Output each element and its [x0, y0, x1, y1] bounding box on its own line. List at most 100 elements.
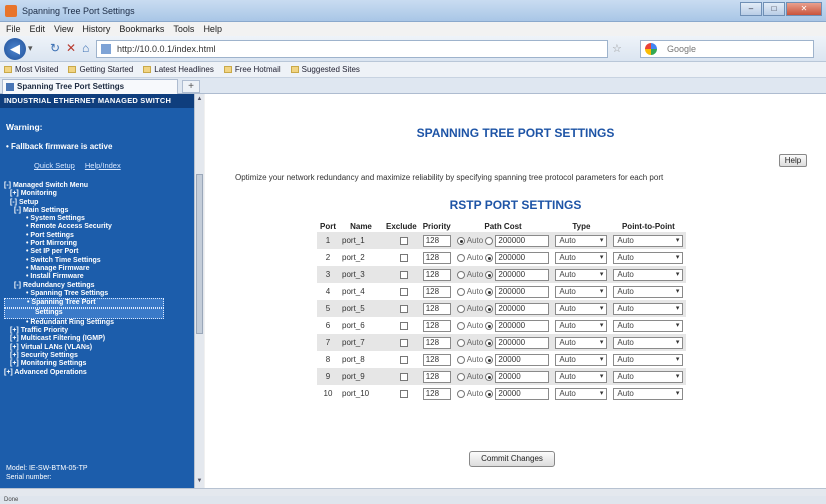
type-select[interactable]: Auto ▾ — [555, 353, 608, 366]
type-select[interactable]: Auto ▾ — [555, 387, 608, 400]
path-cost-manual-radio[interactable] — [456, 304, 465, 313]
path-cost-manual-radio[interactable] — [456, 389, 465, 398]
stop-icon[interactable]: ✕ — [66, 41, 76, 55]
priority-input[interactable]: 128 — [422, 336, 451, 349]
exclude-checkbox[interactable] — [400, 355, 408, 364]
point-to-point-select[interactable]: Auto ▾ — [613, 353, 684, 366]
path-cost-auto-radio[interactable] — [485, 304, 494, 313]
path-cost-manual-radio[interactable] — [456, 321, 465, 330]
sidebar-item[interactable]: [+] Virtual LANs (VLANs) — [4, 344, 194, 352]
point-to-point-select[interactable]: Auto ▾ — [613, 370, 684, 383]
sidebar-item[interactable]: [-] Managed Switch Menu — [4, 182, 194, 190]
sidebar-item[interactable]: [+] Security Settings — [4, 352, 194, 360]
path-cost-manual-radio[interactable] — [456, 355, 465, 364]
priority-input[interactable]: 128 — [422, 353, 451, 366]
menu-help[interactable]: Help — [203, 22, 222, 36]
bookmark-star-icon[interactable]: ☆ — [612, 42, 622, 55]
priority-input[interactable]: 128 — [422, 370, 451, 383]
search-input[interactable]: Google — [640, 40, 814, 58]
bookmark-most-visited[interactable]: Most Visited — [4, 62, 58, 77]
help-button[interactable]: Help — [779, 154, 807, 167]
point-to-point-select[interactable]: Auto ▾ — [613, 268, 684, 281]
exclude-checkbox[interactable] — [400, 287, 408, 296]
path-cost-input[interactable]: 200000 — [495, 285, 550, 298]
exclude-checkbox[interactable] — [400, 389, 408, 398]
bookmark-suggested-sites[interactable]: Suggested Sites — [290, 62, 360, 77]
new-tab-button[interactable]: + — [182, 80, 200, 93]
type-select[interactable]: Auto ▾ — [555, 302, 608, 315]
menu-file[interactable]: File — [6, 22, 21, 36]
type-select[interactable]: Auto ▾ — [555, 336, 608, 349]
bookmark-free-hotmail[interactable]: Free Hotmail — [223, 62, 281, 77]
exclude-checkbox[interactable] — [400, 338, 408, 347]
sidebar-item[interactable]: [-] Main Settings — [4, 207, 194, 215]
sidebar-item[interactable]: Settings — [4, 308, 164, 319]
sidebar-item[interactable]: [+] Traffic Priority — [4, 327, 194, 335]
back-arrow-icon[interactable]: ◀ — [4, 38, 26, 60]
path-cost-manual-radio[interactable] — [456, 236, 465, 245]
exclude-checkbox[interactable] — [400, 270, 408, 279]
path-cost-manual-radio[interactable] — [456, 253, 465, 262]
path-cost-auto-radio[interactable] — [485, 236, 494, 245]
bookmark-latest-headlines[interactable]: Latest Headlines — [143, 62, 214, 77]
path-cost-input[interactable]: 200000 — [495, 302, 550, 315]
path-cost-input[interactable]: 200000 — [495, 336, 550, 349]
point-to-point-select[interactable]: Auto ▾ — [613, 285, 684, 298]
exclude-checkbox[interactable] — [400, 236, 408, 245]
menu-bookmarks[interactable]: Bookmarks — [119, 22, 164, 36]
sidebar-scrollbar[interactable]: ▲ ▼ — [194, 94, 204, 488]
type-select[interactable]: Auto ▾ — [555, 319, 608, 332]
close-button[interactable]: ✕ — [786, 2, 822, 16]
path-cost-input[interactable]: 20000 — [495, 387, 550, 400]
scroll-down-icon[interactable]: ▼ — [196, 478, 203, 486]
priority-input[interactable]: 128 — [422, 251, 451, 264]
menu-history[interactable]: History — [82, 22, 110, 36]
path-cost-manual-radio[interactable] — [456, 287, 465, 296]
tab-spanning-tree[interactable]: Spanning Tree Port Settings — [2, 79, 178, 94]
path-cost-manual-radio[interactable] — [456, 338, 465, 347]
priority-input[interactable]: 128 — [422, 302, 451, 315]
menu-edit[interactable]: Edit — [30, 22, 46, 36]
sidebar-item[interactable]: [-] Redundancy Settings — [4, 282, 194, 290]
sidebar-item[interactable]: [+] Monitoring — [4, 190, 194, 198]
path-cost-auto-radio[interactable] — [485, 389, 494, 398]
path-cost-auto-radio[interactable] — [485, 270, 494, 279]
point-to-point-select[interactable]: Auto ▾ — [613, 234, 684, 247]
menu-tools[interactable]: Tools — [173, 22, 194, 36]
path-cost-auto-radio[interactable] — [485, 253, 494, 262]
sidebar-item[interactable]: [+] Multicast Filtering (IGMP) — [4, 335, 194, 343]
url-input[interactable]: http://10.0.0.1/index.html — [96, 40, 608, 58]
path-cost-auto-radio[interactable] — [485, 287, 494, 296]
priority-input[interactable]: 128 — [422, 319, 451, 332]
reload-icon[interactable]: ↻ — [50, 41, 60, 55]
priority-input[interactable]: 128 — [422, 234, 451, 247]
sidebar-item[interactable]: [+] Monitoring Settings — [4, 360, 194, 368]
sidebar-item[interactable]: [-] Setup — [4, 199, 194, 207]
sidebar-item[interactable]: • System Settings — [4, 215, 194, 223]
sidebar-item[interactable]: [+] Advanced Operations — [4, 369, 194, 377]
priority-input[interactable]: 128 — [422, 268, 451, 281]
sidebar-item[interactable]: • Port Mirroring — [4, 240, 194, 248]
path-cost-auto-radio[interactable] — [485, 321, 494, 330]
commit-changes-button[interactable]: Commit Changes — [469, 451, 555, 467]
sidebar-item[interactable]: • Install Firmware — [4, 273, 194, 281]
point-to-point-select[interactable]: Auto ▾ — [613, 319, 684, 332]
path-cost-auto-radio[interactable] — [485, 338, 494, 347]
path-cost-input[interactable]: 20000 — [495, 370, 550, 383]
sidebar-item[interactable]: • Switch Time Settings — [4, 257, 194, 265]
path-cost-input[interactable]: 200000 — [495, 319, 550, 332]
path-cost-auto-radio[interactable] — [485, 372, 494, 381]
path-cost-manual-radio[interactable] — [456, 372, 465, 381]
path-cost-input[interactable]: 200000 — [495, 251, 550, 264]
sidebar-item[interactable]: • Redundant Ring Settings — [4, 319, 194, 327]
type-select[interactable]: Auto ▾ — [555, 251, 608, 264]
menu-view[interactable]: View — [54, 22, 73, 36]
sidebar-item[interactable]: • Manage Firmware — [4, 265, 194, 273]
type-select[interactable]: Auto ▾ — [555, 285, 608, 298]
point-to-point-select[interactable]: Auto ▾ — [613, 336, 684, 349]
point-to-point-select[interactable]: Auto ▾ — [613, 302, 684, 315]
sidebar-item[interactable]: • Spanning Tree Settings — [4, 290, 194, 298]
path-cost-input[interactable]: 200000 — [495, 268, 550, 281]
quick-setup-link[interactable]: Quick Setup — [34, 161, 75, 170]
sidebar-item[interactable]: • Spanning Tree Port — [4, 298, 164, 309]
